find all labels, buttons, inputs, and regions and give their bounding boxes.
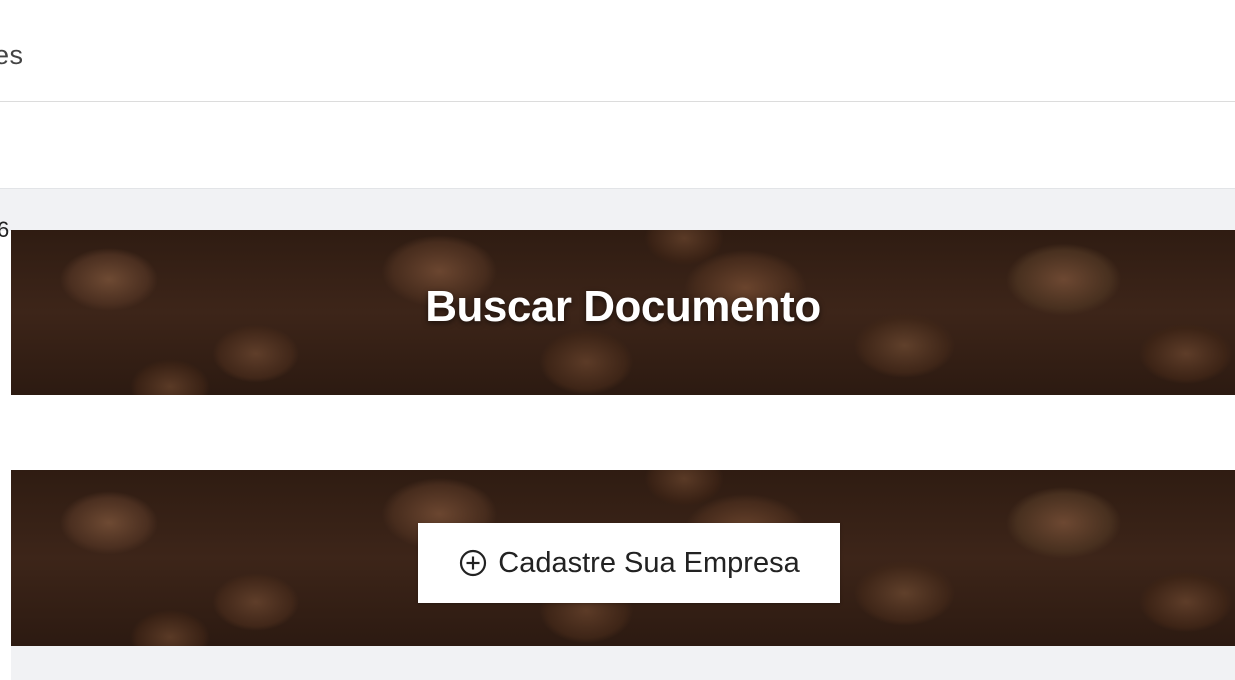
register-company-banner: Cadastre Sua Empresa [11, 470, 1235, 646]
footer-strip [11, 646, 1235, 680]
header-divider [0, 101, 1235, 102]
register-company-label: Cadastre Sua Empresa [498, 546, 800, 579]
search-document-banner[interactable]: Buscar Documento [11, 230, 1235, 395]
header-title: es [0, 40, 24, 70]
plus-circle-icon [460, 549, 487, 577]
top-header: es [0, 0, 1235, 102]
search-document-title[interactable]: Buscar Documento [11, 282, 1235, 332]
register-company-button[interactable]: Cadastre Sua Empresa [418, 523, 840, 603]
page: es 6 Buscar Documento Cadastre Sua Empre… [0, 0, 1235, 680]
section-separator [0, 188, 1235, 231]
edge-text-fragment: 6 [0, 217, 10, 242]
